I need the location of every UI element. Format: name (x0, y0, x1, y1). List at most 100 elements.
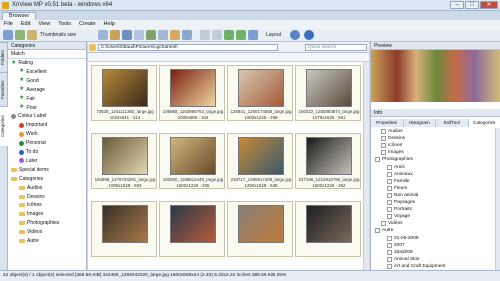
category-checkbox[interactable] (387, 249, 392, 255)
thumbnail[interactable] (159, 201, 225, 257)
rotate-right-icon[interactable] (236, 30, 246, 40)
tree-item[interactable]: Work (19, 131, 38, 137)
category-row[interactable]: Art and Craft Equipment (387, 263, 445, 269)
rotate-left-icon[interactable] (224, 30, 234, 40)
tree-item[interactable]: Colour Label (11, 113, 46, 119)
match-dropdown[interactable]: Match (8, 50, 86, 59)
category-row[interactable]: 2007 (387, 242, 405, 248)
category-checkbox[interactable] (387, 263, 392, 269)
category-row[interactable]: Icônes (381, 143, 402, 149)
close-button[interactable]: ✕ (480, 1, 498, 9)
category-checkbox[interactable] (387, 164, 392, 170)
tree-item[interactable]: Autre (19, 238, 39, 244)
category-row[interactable]: 01-09-2009 (387, 235, 419, 241)
category-row[interactable]: Animal Skin (387, 256, 419, 262)
slideshow-icon[interactable] (122, 30, 132, 40)
fullscreen-icon[interactable] (248, 30, 258, 40)
tree-item[interactable]: ★ Fair (19, 95, 35, 102)
category-row[interactable]: Portraits (387, 207, 412, 213)
tab-browser[interactable]: Browser (2, 12, 37, 20)
info-scrollbar[interactable] (495, 128, 500, 270)
category-checkbox[interactable] (381, 150, 386, 156)
category-row[interactable]: Autre (375, 228, 393, 234)
category-row[interactable]: Fleurs (387, 185, 407, 191)
convert-icon[interactable] (158, 30, 168, 40)
print-icon[interactable] (182, 30, 192, 40)
tree-item[interactable]: Audios (19, 185, 42, 191)
info-tab-categories[interactable]: Categories (468, 119, 500, 127)
help-icon[interactable] (304, 30, 314, 40)
forward-icon[interactable] (212, 30, 222, 40)
category-checkbox[interactable] (387, 200, 392, 205)
thumbnails-size-dropdown[interactable]: Thumbnails size (40, 32, 76, 38)
info-tab-properties[interactable]: Properties (371, 119, 404, 127)
category-checkbox[interactable] (375, 157, 380, 163)
browse-icon[interactable] (3, 30, 13, 40)
maximize-button[interactable]: □ (465, 1, 479, 9)
path-input[interactable]: C:\Users\hbaud\Pictures\cgchannel\ (98, 44, 278, 51)
category-row[interactable]: Voyage (387, 214, 410, 220)
thumbnail[interactable]: 73638_1241111382_large.jpg 1024x541 - 314 (91, 65, 157, 121)
view-icon[interactable] (27, 30, 37, 40)
edit-icon[interactable] (170, 30, 180, 40)
quick-search-input[interactable]: Quick search (305, 44, 367, 51)
compare-icon[interactable] (134, 30, 144, 40)
menu-item-create[interactable]: Create (79, 20, 96, 29)
batch-icon[interactable] (146, 30, 156, 40)
tree-item[interactable]: ★ Average (19, 86, 45, 93)
category-checkbox[interactable] (387, 214, 392, 220)
menu-item-tools[interactable]: Tools (58, 20, 71, 29)
vtab-folders[interactable]: Folders (0, 42, 8, 72)
thumbnail[interactable]: 192998_1279734291_large.jpg 1080x1628 - 6… (91, 133, 157, 189)
thumbnail[interactable]: 160022_1205893874_large.jpg 1076x1626 - 5… (295, 65, 361, 121)
thumbnail-scrollbar[interactable] (363, 62, 369, 270)
category-row[interactable]: 3da2009 (387, 249, 413, 255)
menu-item-edit[interactable]: Edit (21, 20, 30, 29)
thumbnail[interactable]: 218717_1250617408_large.jpg 1250x1628 - 6… (227, 133, 293, 189)
tree-item[interactable]: Dessins (19, 194, 45, 200)
vtab-categories[interactable]: Categories (0, 106, 8, 146)
thumbnail[interactable] (91, 201, 157, 257)
tree-item[interactable]: Important (19, 122, 47, 128)
category-checkbox[interactable] (387, 185, 392, 191)
menu-item-view[interactable]: View (38, 20, 50, 29)
category-row[interactable]: Animaux (387, 171, 413, 177)
category-checkbox[interactable] (381, 143, 386, 149)
layout-dropdown[interactable]: Layout (266, 32, 281, 38)
category-checkbox[interactable] (387, 256, 392, 262)
thumbnail[interactable]: 193080_1188812449_large.jpg 1600x1226 - 2… (159, 133, 225, 189)
info-tab-exiftool[interactable]: ExifTool (436, 119, 469, 127)
menu-item-help[interactable]: Help (104, 20, 115, 29)
back-icon[interactable] (200, 30, 210, 40)
category-checkbox[interactable] (387, 235, 392, 241)
category-checkbox[interactable] (375, 228, 380, 234)
category-checkbox[interactable] (387, 192, 392, 198)
category-row[interactable]: Famille (387, 178, 409, 184)
category-checkbox[interactable] (387, 171, 392, 177)
tree-item[interactable]: ★ Good (19, 77, 39, 84)
category-checkbox[interactable] (381, 129, 386, 134)
settings-icon[interactable] (290, 30, 300, 40)
tree-item[interactable]: Personal (19, 140, 46, 146)
category-checkbox[interactable] (387, 207, 392, 213)
info-tab-histogram[interactable]: Histogram (404, 119, 436, 127)
tree-item[interactable]: ★ Rating (11, 60, 33, 67)
tree-item[interactable]: ★ Poor (19, 104, 37, 111)
category-row[interactable]: Dessins (381, 136, 405, 142)
category-checkbox[interactable] (387, 242, 392, 248)
tree-item[interactable]: Later (19, 158, 37, 164)
vtab-favorites[interactable]: Favorites (0, 72, 8, 106)
category-row[interactable]: Non animal (387, 192, 418, 198)
minimize-button[interactable]: – (450, 1, 464, 9)
category-checkbox[interactable] (387, 178, 392, 184)
tree-item[interactable]: ★ Excellent (19, 68, 47, 75)
tree-item[interactable]: To do (19, 149, 38, 155)
thumbnail[interactable]: 227196_1212816786_large.jpg 1600x1226 - 3… (295, 133, 361, 189)
thumbnail[interactable] (295, 201, 361, 257)
category-checkbox[interactable] (381, 221, 386, 227)
grid-icon[interactable] (15, 30, 25, 40)
category-row[interactable]: Audios (381, 129, 403, 134)
category-row[interactable]: Vidéos (381, 221, 403, 227)
tree-item[interactable]: Images (19, 211, 43, 217)
sort-icon[interactable] (98, 30, 108, 40)
